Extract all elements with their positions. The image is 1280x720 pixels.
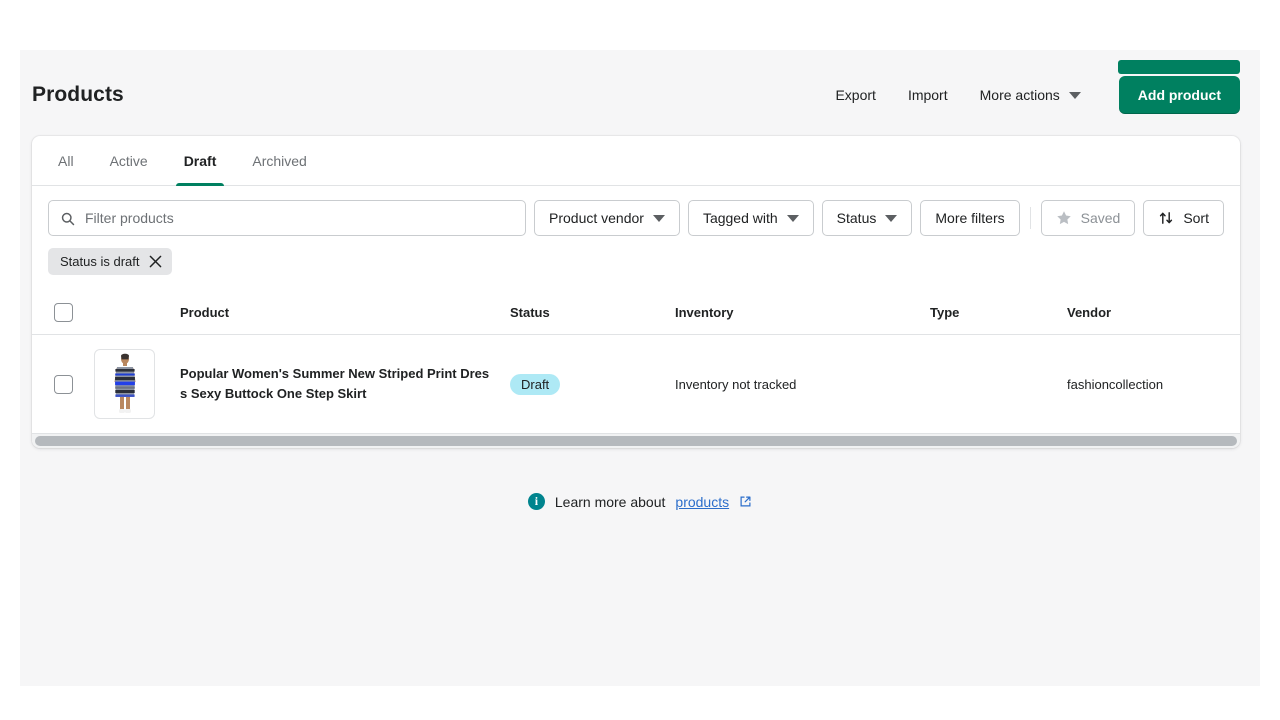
table-header-row: Product Status Inventory Type Vendor xyxy=(32,291,1240,335)
row-vendor-cell: fashioncollection xyxy=(1030,334,1240,434)
applied-filter-label: Status is draft xyxy=(60,254,140,269)
product-title-link[interactable]: Popular Women's Summer New Striped Print… xyxy=(180,364,490,405)
tab-active[interactable]: Active xyxy=(92,136,166,185)
export-button[interactable]: Export xyxy=(821,79,889,111)
filter-product-vendor-label: Product vendor xyxy=(549,210,644,226)
header-actions: Export Import More actions Add product xyxy=(821,76,1240,114)
row-thumbnail-cell xyxy=(94,334,180,434)
tab-archived[interactable]: Archived xyxy=(234,136,324,185)
more-actions-label: More actions xyxy=(979,87,1060,103)
chevron-down-icon xyxy=(1068,91,1081,99)
product-image xyxy=(101,352,148,416)
decorative-green-bar xyxy=(1118,60,1240,74)
toolbar-divider xyxy=(1029,207,1031,229)
page-title: Products xyxy=(32,83,124,106)
select-all-checkbox[interactable] xyxy=(54,303,73,322)
page-header: Products Export Import More actions Add … xyxy=(20,50,1260,136)
more-filters-button[interactable]: More filters xyxy=(920,200,1020,236)
products-help-link[interactable]: products xyxy=(675,494,729,510)
products-card: All Active Draft Archived Product vendor… xyxy=(32,136,1240,448)
scrollbar-thumb[interactable] xyxy=(35,436,1237,446)
filter-tagged-with-label: Tagged with xyxy=(702,210,778,226)
add-product-button[interactable]: Add product xyxy=(1118,76,1240,114)
saved-filters-label: Saved xyxy=(1080,210,1121,226)
table-row[interactable]: Popular Women's Summer New Striped Print… xyxy=(32,334,1240,434)
products-page: Products Export Import More actions Add … xyxy=(20,50,1260,686)
status-badge: Draft xyxy=(510,373,561,395)
column-header-product: Product xyxy=(180,291,510,335)
external-link-icon xyxy=(740,496,751,507)
column-header-type: Type xyxy=(930,291,1030,335)
search-box[interactable] xyxy=(48,200,526,236)
row-status-cell: Draft xyxy=(510,334,675,434)
filter-toolbar: Product vendor Tagged with Status More f… xyxy=(32,186,1240,236)
product-thumbnail[interactable] xyxy=(94,349,155,419)
learn-more-text: Learn more about xyxy=(554,493,666,510)
star-icon xyxy=(1056,211,1071,225)
sort-button[interactable]: Sort xyxy=(1143,200,1224,236)
tab-all[interactable]: All xyxy=(40,136,92,185)
chevron-down-icon xyxy=(786,214,799,222)
row-type-cell xyxy=(930,334,1030,434)
filter-product-vendor-button[interactable]: Product vendor xyxy=(534,200,680,236)
column-header-inventory: Inventory xyxy=(675,291,930,335)
tab-draft[interactable]: Draft xyxy=(166,136,235,186)
select-all-header xyxy=(32,291,94,335)
filter-tagged-with-button[interactable]: Tagged with xyxy=(687,200,814,236)
sort-label: Sort xyxy=(1183,210,1209,226)
table-horizontal-scrollbar[interactable] xyxy=(32,434,1240,448)
remove-filter-icon[interactable] xyxy=(149,255,162,268)
sort-icon xyxy=(1160,212,1173,224)
more-actions-button[interactable]: More actions xyxy=(966,79,1093,111)
chevron-down-icon xyxy=(885,214,898,222)
import-button[interactable]: Import xyxy=(894,79,962,111)
chevron-down-icon xyxy=(652,214,665,222)
thumbnail-header xyxy=(94,291,180,335)
filter-status-button[interactable]: Status xyxy=(821,200,913,236)
status-tabs: All Active Draft Archived xyxy=(32,136,1240,186)
search-input[interactable] xyxy=(85,210,514,226)
row-select-cell xyxy=(32,334,94,434)
learn-more-footer: i Learn more about products xyxy=(20,493,1260,510)
applied-filter-chip[interactable]: Status is draft xyxy=(48,248,173,275)
saved-filters-button[interactable]: Saved xyxy=(1040,200,1136,236)
applied-filters: Status is draft xyxy=(32,236,1240,275)
column-header-status: Status xyxy=(510,291,675,335)
column-header-vendor: Vendor xyxy=(1030,291,1240,335)
row-inventory-cell: Inventory not tracked xyxy=(675,334,930,434)
products-table: Product Status Inventory Type Vendor Pop… xyxy=(32,291,1240,434)
info-icon: i xyxy=(527,493,545,510)
search-icon xyxy=(61,212,75,225)
row-checkbox[interactable] xyxy=(54,374,73,394)
filter-status-label: Status xyxy=(836,210,877,226)
row-product-cell: Popular Women's Summer New Striped Print… xyxy=(180,334,510,434)
